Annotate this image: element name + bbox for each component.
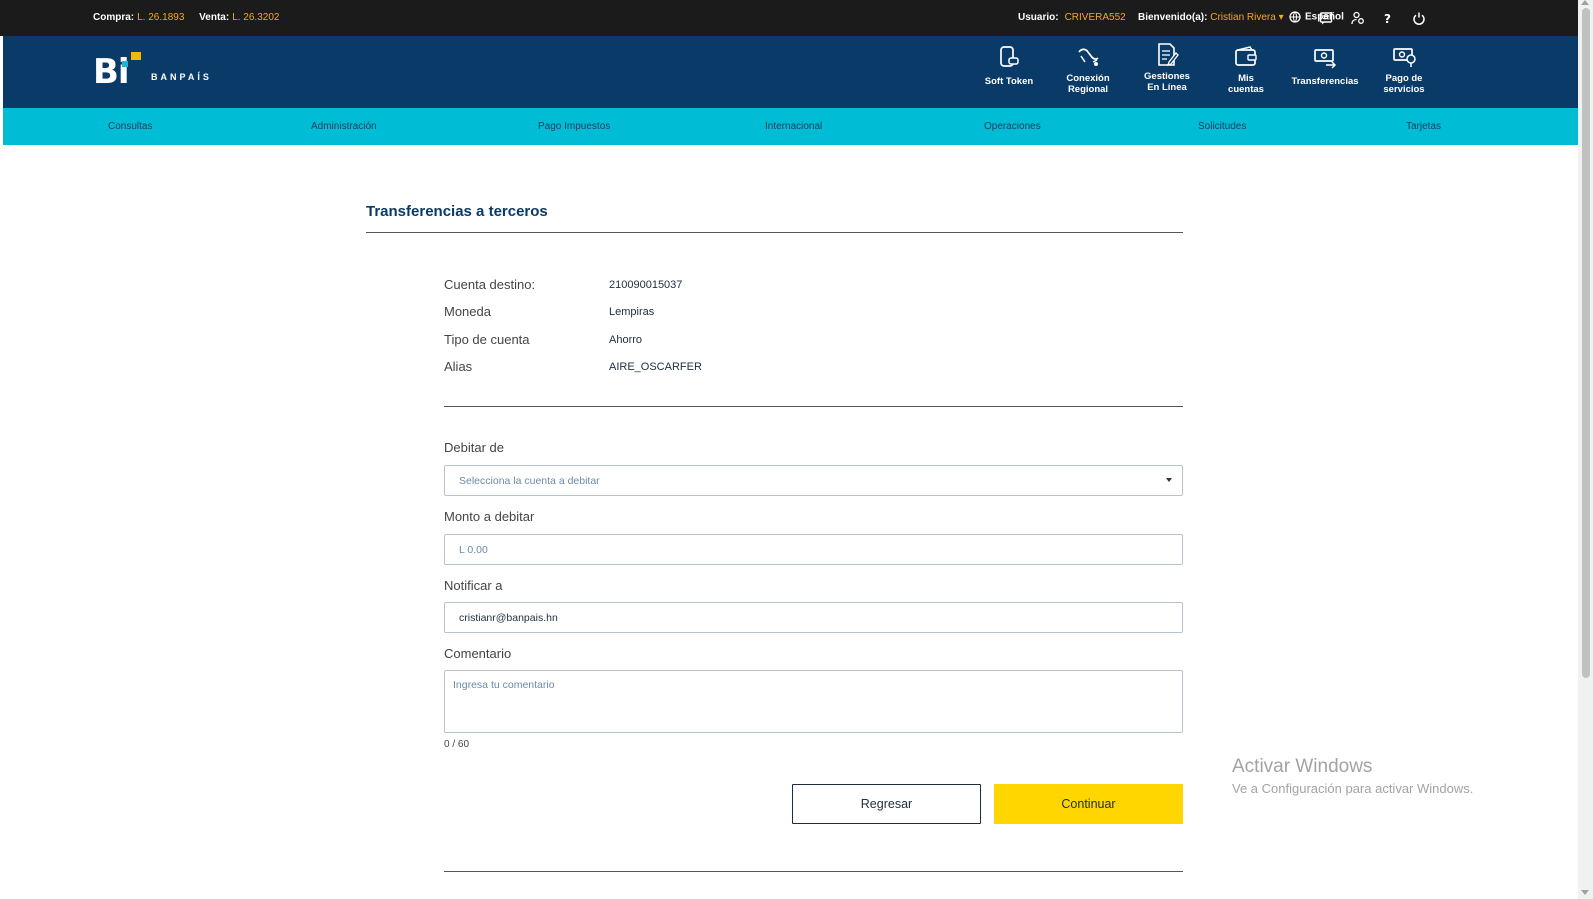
amount-input[interactable]: L 0.00 — [444, 534, 1183, 565]
online-requests-icon — [1158, 43, 1179, 67]
detail-value-account-type: Ahorro — [609, 334, 643, 346]
comment-placeholder: Ingresa tu comentario — [453, 679, 555, 691]
user-settings-icon[interactable] — [1351, 11, 1365, 25]
watermark-subtitle: Ve a Configuración para activar Windows. — [1232, 781, 1474, 796]
top-bar: Compra: L. 26.1893 Venta: L. 26.3202 Usuar… — [0, 0, 1578, 36]
nav-service-payment[interactable]: Pago de servicios — [1365, 36, 1443, 108]
bottom-divider — [444, 871, 1183, 872]
transfer-icon — [1314, 49, 1337, 69]
nav-service-label-1: Pago de — [1385, 73, 1423, 84]
nav-accounts-label-2: cuentas — [1228, 84, 1264, 95]
soft-token-icon — [1000, 46, 1019, 67]
nav-regional-label-1: Conexión — [1066, 73, 1110, 84]
main-header: Bi BANPAÍS Soft Token Conexión Regional … — [3, 36, 1578, 108]
buy-rate-value: L. 26.1893 — [137, 12, 185, 23]
debit-account-select[interactable]: Selecciona la cuenta a debitar — [444, 465, 1183, 496]
details-divider — [444, 406, 1183, 407]
nav-accounts-label-1: Mis — [1238, 73, 1254, 84]
nav-regional-connection[interactable]: Conexión Regional — [1049, 36, 1127, 108]
exchange-rates: Compra: L. 26.1893 Venta: L. 26.3202 — [93, 12, 291, 23]
user-info: Usuario: CRIVERA552 — [1018, 12, 1126, 23]
globe-icon — [1289, 11, 1301, 23]
nav-online-label-2: En Línea — [1147, 82, 1187, 93]
chevron-down-icon — [1166, 478, 1172, 482]
buy-rate-label: Compra: — [93, 12, 135, 23]
debit-account-placeholder: Selecciona la cuenta a debitar — [459, 475, 600, 487]
amount-label: Monto a debitar — [444, 509, 535, 524]
comment-label: Comentario — [444, 646, 512, 661]
sell-rate-label: Venta: — [199, 12, 230, 23]
regional-connection-icon — [1078, 48, 1099, 66]
detail-value-alias: AIRE_OSCARFER — [609, 361, 702, 373]
detail-label-alias: Alias — [444, 359, 473, 374]
menu-internacional[interactable]: Internacional — [765, 121, 822, 132]
nav-soft-token-label: Soft Token — [984, 76, 1034, 87]
welcome-user-name: Cristian Rivera ▾ — [1210, 12, 1284, 23]
wallet-icon — [1235, 46, 1257, 66]
messages-icon[interactable] — [1319, 11, 1333, 25]
detail-value-currency: Lempiras — [609, 306, 655, 318]
menu-pago-impuestos[interactable]: Pago Impuestos — [538, 121, 610, 132]
help-icon[interactable]: ? — [1381, 11, 1395, 25]
amount-placeholder: L 0.00 — [459, 544, 488, 556]
scrollbar-thumb[interactable] — [1582, 8, 1590, 678]
menu-solicitudes[interactable]: Solicitudes — [1198, 121, 1246, 132]
page-scrollbar[interactable] — [1578, 0, 1593, 899]
welcome-label: Bienvenido(a): — [1138, 12, 1208, 23]
nav-transfers-label: Transferencias — [1291, 76, 1359, 87]
detail-label-currency: Moneda — [444, 304, 491, 319]
notify-label: Notificar a — [444, 578, 503, 593]
sell-rate-value: L. 26.3202 — [232, 12, 280, 23]
windows-activation-watermark: Activar Windows Ve a Configuración para … — [1232, 756, 1473, 796]
logo-yellow-square — [131, 52, 141, 60]
nav-transfers[interactable]: Transferencias — [1286, 36, 1364, 108]
continue-button[interactable]: Continuar — [994, 784, 1183, 824]
brand-name: BANPAÍS — [151, 72, 212, 82]
welcome-menu[interactable]: Bienvenido(a): Cristian Rivera ▾ — [1138, 12, 1284, 23]
nav-service-label-2: servicios — [1383, 84, 1425, 95]
menu-tarjetas[interactable]: Tarjetas — [1406, 121, 1441, 132]
main-menu: Consultas Administración Pago Impuestos … — [3, 108, 1578, 145]
user-label: Usuario: — [1018, 12, 1059, 23]
language-selector[interactable]: Español — [1289, 11, 1344, 23]
nav-my-accounts[interactable]: Mis cuentas — [1207, 36, 1285, 108]
debit-label: Debitar de — [444, 440, 504, 455]
user-value: CRIVERA552 — [1064, 12, 1126, 23]
title-divider — [366, 232, 1183, 233]
menu-consultas[interactable]: Consultas — [108, 121, 152, 132]
nav-online-requests[interactable]: Gestiones En Línea — [1128, 36, 1206, 108]
notify-email-input[interactable]: cristianr@banpais.hn — [444, 602, 1183, 633]
detail-label-account-type: Tipo de cuenta — [444, 332, 530, 347]
detail-value-account: 210090015037 — [609, 279, 683, 291]
watermark-title: Activar Windows — [1232, 756, 1373, 777]
comment-textarea[interactable]: Ingresa tu comentario — [444, 670, 1183, 733]
service-payment-icon — [1393, 48, 1416, 67]
comment-char-counter: 0 / 60 — [444, 739, 470, 750]
detail-label-account: Cuenta destino: — [444, 277, 536, 292]
nav-soft-token[interactable]: Soft Token — [970, 36, 1048, 108]
nav-regional-label-2: Regional — [1067, 84, 1109, 95]
menu-operaciones[interactable]: Operaciones — [984, 121, 1041, 132]
nav-online-label-1: Gestiones — [1144, 71, 1190, 82]
menu-administracion[interactable]: Administración — [311, 121, 377, 132]
logo-mark: Bi — [93, 52, 130, 92]
notify-email-value: cristianr@banpais.hn — [459, 612, 558, 624]
page-title: Transferencias a terceros — [366, 203, 548, 220]
scroll-down-icon[interactable] — [1581, 890, 1589, 895]
logo-cyan-square — [122, 61, 128, 67]
svg-text:?: ? — [1384, 12, 1391, 25]
back-button[interactable]: Regresar — [792, 784, 981, 824]
scroll-up-icon[interactable] — [1581, 0, 1589, 5]
power-icon[interactable] — [1412, 11, 1426, 25]
